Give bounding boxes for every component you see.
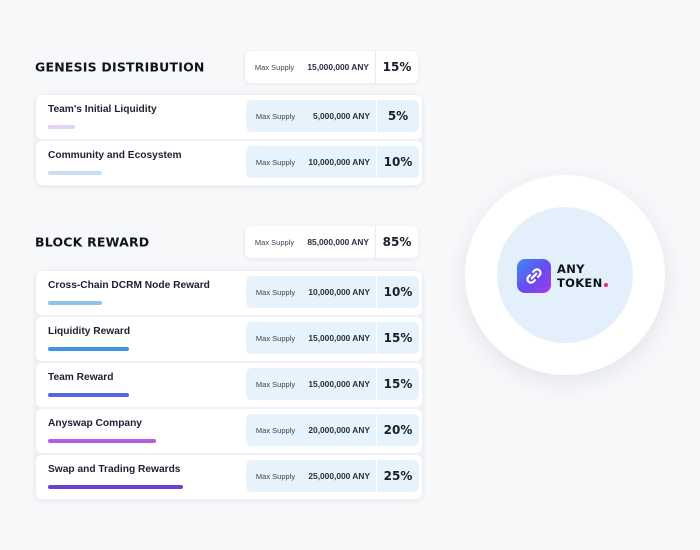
supply-amount: 15,000,000 ANY (307, 62, 369, 72)
logo-line-2: TOKEN (557, 276, 603, 290)
supply-amount: 5,000,000 ANY (313, 111, 370, 121)
max-supply-label: Max Supply (255, 287, 296, 297)
supply-percent: 10% (383, 285, 413, 299)
supply-amount: 15,000,000 ANY (308, 379, 370, 389)
supply-percent: 20% (383, 423, 413, 437)
supply-amount: 20,000,000 ANY (308, 425, 370, 435)
supply-percent: 85% (382, 235, 412, 249)
max-supply-label: Max Supply (255, 425, 296, 435)
section-title-genesis: GENESIS DISTRIBUTION (35, 59, 205, 75)
logo-inner-circle: ANY TOKEN (497, 207, 633, 343)
max-supply-label: Max Supply (255, 379, 296, 389)
block-header: BLOCK REWARD Max Supply 85,000,000 ANY 8… (35, 226, 418, 258)
supply-percent: 15% (383, 331, 413, 345)
row-label: Liquidity Reward (48, 326, 131, 337)
row-label: Anyswap Company (48, 418, 142, 429)
allocation-bar (48, 485, 183, 489)
block-total-pill: Max Supply 85,000,000 ANY 85% (245, 226, 418, 258)
row-label: Swap and Trading Rewards (48, 464, 181, 475)
table-row: Swap and Trading Rewards Max Supply 25,000… (36, 455, 422, 499)
table-row: Cross-Chain DCRM Node Reward Max Supply 10… (36, 271, 422, 315)
logo-line-1: ANY (557, 262, 585, 276)
supply-amount: 25,000,000 ANY (308, 471, 370, 481)
allocation-bar (48, 347, 129, 351)
section-title-block: BLOCK REWARD (35, 234, 150, 250)
table-row: Community and Ecosystem Max Supply 10,000,… (36, 141, 422, 185)
max-supply-label: Max Supply (255, 111, 296, 121)
genesis-total-pill: Max Supply 15,000,000 ANY 15% (245, 51, 418, 83)
max-supply-label: Max Supply (255, 333, 296, 343)
allocation-bar (48, 171, 102, 175)
supply-pill: Max Supply 20,000,000 ANY 20% (246, 414, 419, 446)
supply-amount: 10,000,000 ANY (308, 157, 370, 167)
max-supply-label: Max Supply (255, 471, 296, 481)
row-label: Team's Initial Liquidity (48, 104, 157, 115)
supply-pill: Max Supply 15,000,000 ANY 15% (246, 368, 419, 400)
supply-amount: 10,000,000 ANY (308, 287, 370, 297)
logo-wordmark: ANY TOKEN (557, 262, 608, 290)
allocation-bar (48, 301, 102, 305)
supply-pill: Max Supply 15,000,000 ANY 15% (246, 322, 419, 354)
logo-line-2-wrap: TOKEN (557, 276, 608, 290)
table-row: Liquidity Reward Max Supply 15,000,000 ANY… (36, 317, 422, 361)
supply-amount: 85,000,000 ANY (307, 237, 369, 247)
supply-pill: Max Supply 10,000,000 ANY 10% (246, 276, 419, 308)
supply-percent: 15% (383, 377, 413, 391)
table-row: Team's Initial Liquidity Max Supply 5,000,… (36, 95, 422, 139)
max-supply-label: Max Supply (254, 62, 295, 72)
row-label: Cross-Chain DCRM Node Reward (48, 280, 210, 291)
supply-percent: 15% (382, 60, 412, 74)
supply-pill: Max Supply 25,000,000 ANY 25% (246, 460, 419, 492)
genesis-table: Team's Initial Liquidity Max Supply 5,000,… (35, 94, 423, 186)
supply-percent: 10% (383, 155, 413, 169)
table-row: Team Reward Max Supply 15,000,000 ANY 15% (36, 363, 422, 407)
row-label: Community and Ecosystem (48, 150, 182, 161)
table-row: Anyswap Company Max Supply 20,000,000 ANY 2… (36, 409, 422, 453)
block-table: Cross-Chain DCRM Node Reward Max Supply 10… (35, 270, 423, 500)
allocation-bar (48, 393, 129, 397)
max-supply-label: Max Supply (254, 237, 295, 247)
genesis-header: GENESIS DISTRIBUTION Max Supply 15,000,0… (35, 51, 418, 83)
link-icon (517, 259, 551, 293)
supply-percent: 25% (383, 469, 413, 483)
allocation-bar (48, 125, 75, 129)
supply-amount: 15,000,000 ANY (308, 333, 370, 343)
supply-pill: Max Supply 5,000,000 ANY 5% (246, 100, 419, 132)
logo-dot (603, 283, 608, 287)
supply-pill: Max Supply 10,000,000 ANY 10% (246, 146, 419, 178)
supply-percent: 5% (387, 109, 409, 123)
max-supply-label: Max Supply (255, 157, 296, 167)
logo-circle: ANY TOKEN (465, 175, 665, 375)
allocation-bar (48, 439, 156, 443)
row-label: Team Reward (48, 372, 114, 383)
